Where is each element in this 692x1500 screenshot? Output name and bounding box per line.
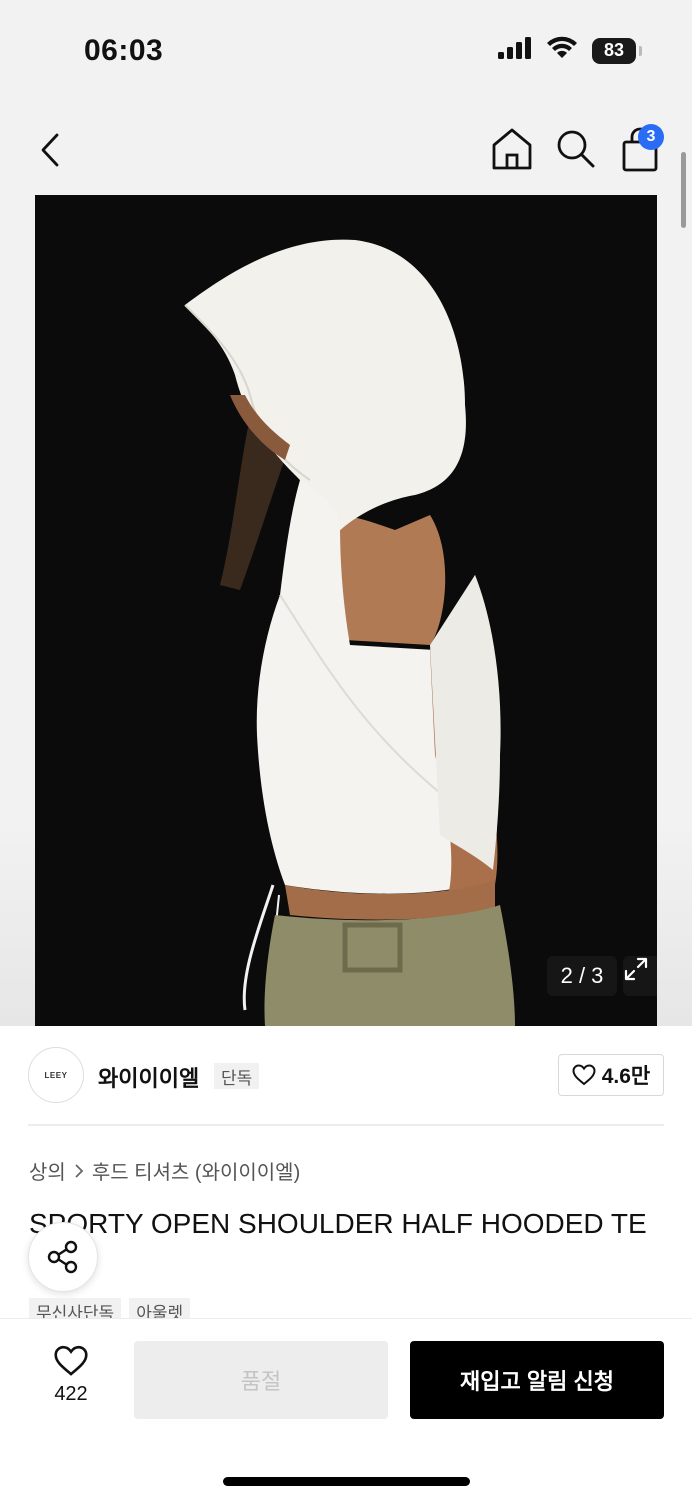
product-like-button[interactable]: 422 [36,1345,106,1411]
expand-icon [624,957,648,981]
brand-name[interactable]: 와이이이엘 [98,1061,199,1093]
status-time: 06:03 [84,34,164,67]
home-indicator [223,1477,470,1486]
share-icon [47,1240,78,1274]
breadcrumb-category[interactable]: 상의 [29,1156,66,1185]
cart-count-badge: 3 [638,124,664,150]
image-counter: 2 / 3 [547,956,617,996]
soldout-button: 품절 [134,1341,388,1419]
exclusive-badge: 단독 [214,1063,260,1089]
status-icons: 83 [498,36,642,65]
back-button[interactable] [30,128,70,172]
brand-like-button[interactable]: 4.6만 [558,1054,664,1096]
brand-like-count: 4.6만 [601,1065,651,1088]
brand-logo-text: LEEY [44,1070,68,1080]
product-image[interactable]: 2 / 3 [35,195,657,1026]
brand-row: LEEY 와이이이엘 단독 4.6만 [28,1046,664,1106]
heart-outline-icon [54,1345,88,1376]
battery-tip [639,45,642,56]
product-title: SPORTY OPEN SHOULDER HALF HOODED TE [29,1208,647,1239]
wifi-icon [546,36,578,65]
restock-alert-button[interactable]: 재입고 알림 신청 [410,1341,664,1419]
search-button[interactable] [555,128,597,170]
scroll-indicator[interactable] [681,152,686,228]
home-button[interactable] [490,126,534,172]
breadcrumb-subcategory[interactable]: 후드 티셔츠 (와이이이엘) [92,1156,300,1185]
home-icon [492,128,532,170]
divider [28,1124,664,1126]
search-icon [557,130,595,168]
share-button[interactable] [28,1222,98,1292]
heart-outline-icon [572,1064,596,1086]
battery-icon: 83 [592,37,642,64]
chevron-right-icon [75,1163,84,1178]
brand-logo[interactable]: LEEY [28,1047,84,1103]
product-like-count: 422 [54,1383,88,1405]
cellular-signal-icon [498,37,532,64]
battery-level: 83 [603,40,625,60]
back-arrow-icon [41,133,59,167]
nav-bar: 3 [0,110,692,190]
expand-image-button[interactable] [623,956,657,996]
status-bar: 06:03 83 [0,0,692,100]
bottom-action-bar: 422 품절 재입고 알림 신청 [0,1318,692,1500]
product-photo [35,195,657,1026]
breadcrumb: 상의 후드 티셔츠 (와이이이엘) [29,1156,300,1185]
cart-button[interactable]: 3 [618,124,664,174]
